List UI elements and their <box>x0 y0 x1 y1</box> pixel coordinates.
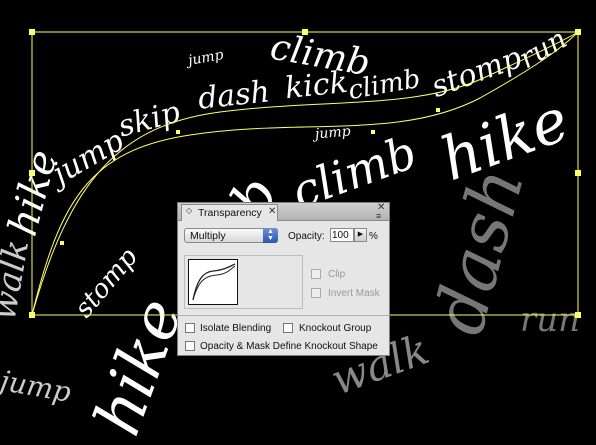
blend-mode-select[interactable]: Multiply ▲ ▼ <box>184 228 278 243</box>
clip-checkbox[interactable] <box>311 269 321 279</box>
isolate-blending-label: Isolate Blending <box>200 323 272 334</box>
transparency-panel: ✕ ≡ ◇ Transparency ✕ Multiply ▲ ▼ Opacity… <box>177 202 390 356</box>
divider <box>178 315 389 316</box>
opacity-popup-button[interactable]: ▶ <box>354 228 367 242</box>
thumbnail-curve-icon <box>192 263 236 301</box>
opacity-mask-knockout-checkbox[interactable] <box>185 341 195 351</box>
tab-close-icon[interactable]: ✕ <box>268 206 276 217</box>
knockout-group-checkbox[interactable] <box>283 323 293 333</box>
panel-menu-icon[interactable]: ≡ <box>376 211 381 221</box>
opacity-mask-knockout-label: Opacity & Mask Define Knockout Shape <box>200 341 378 352</box>
clip-label: Clip <box>328 269 346 280</box>
isolate-blending-checkbox[interactable] <box>185 323 195 333</box>
opacity-unit: % <box>369 231 378 242</box>
opacity-input[interactable]: 100 <box>330 228 354 242</box>
invert-mask-label: Invert Mask <box>328 288 380 299</box>
artwork-thumbnail[interactable] <box>188 259 238 305</box>
tab-transparency[interactable]: ◇ Transparency ✕ <box>181 204 278 221</box>
invert-mask-checkbox[interactable] <box>311 288 321 298</box>
knockout-group-label: Knockout Group <box>299 323 372 334</box>
thumbnail-area <box>184 255 303 309</box>
tab-label: Transparency <box>198 207 262 219</box>
toggle-options-icon[interactable]: ◇ <box>186 206 192 215</box>
select-arrows-icon: ▲ ▼ <box>263 228 278 243</box>
blend-mode-value: Multiply <box>190 230 226 242</box>
opacity-label: Opacity: <box>288 231 325 242</box>
